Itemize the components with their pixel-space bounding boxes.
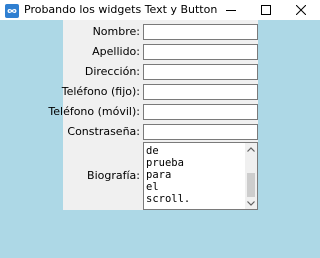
telefono-movil-label: Teléfono (móvil): — [48, 105, 140, 118]
contrasena-label: Constraseña: — [67, 125, 140, 138]
biografia-scrollbar[interactable] — [245, 143, 257, 209]
direccion-input[interactable] — [143, 64, 258, 80]
biografia-text: de prueba para el scroll. — [146, 145, 191, 205]
close-button[interactable] — [284, 0, 318, 20]
infinity-icon — [5, 3, 19, 18]
minimize-icon — [226, 10, 236, 11]
close-icon — [296, 5, 306, 15]
window-title: Probando los widgets Text y Button — [24, 3, 218, 16]
maximize-icon — [261, 5, 271, 15]
direccion-label: Dirección: — [84, 65, 140, 78]
title-bar[interactable]: Probando los widgets Text y Button — [0, 0, 320, 20]
telefono-fijo-input[interactable] — [143, 84, 258, 100]
form-panel: Nombre: Apellido: Dirección: Teléfono (f… — [48, 20, 258, 210]
scroll-up-button[interactable] — [245, 143, 257, 155]
nombre-input[interactable] — [143, 24, 258, 40]
biografia-label: Biografía: — [87, 169, 140, 182]
minimize-button[interactable] — [214, 0, 248, 20]
apellido-label: Apellido: — [92, 45, 140, 58]
nombre-label: Nombre: — [92, 25, 140, 38]
biografia-textarea[interactable]: de prueba para el scroll. — [143, 142, 258, 210]
chevron-down-icon — [247, 200, 255, 206]
telefono-fijo-label: Teléfono (fijo): — [61, 85, 140, 98]
telefono-movil-input[interactable] — [143, 104, 258, 120]
scroll-down-button[interactable] — [245, 197, 257, 209]
chevron-up-icon — [247, 146, 255, 152]
apellido-input[interactable] — [143, 44, 258, 60]
contrasena-input[interactable] — [143, 124, 258, 140]
maximize-button[interactable] — [249, 0, 283, 20]
scroll-thumb[interactable] — [247, 173, 255, 197]
